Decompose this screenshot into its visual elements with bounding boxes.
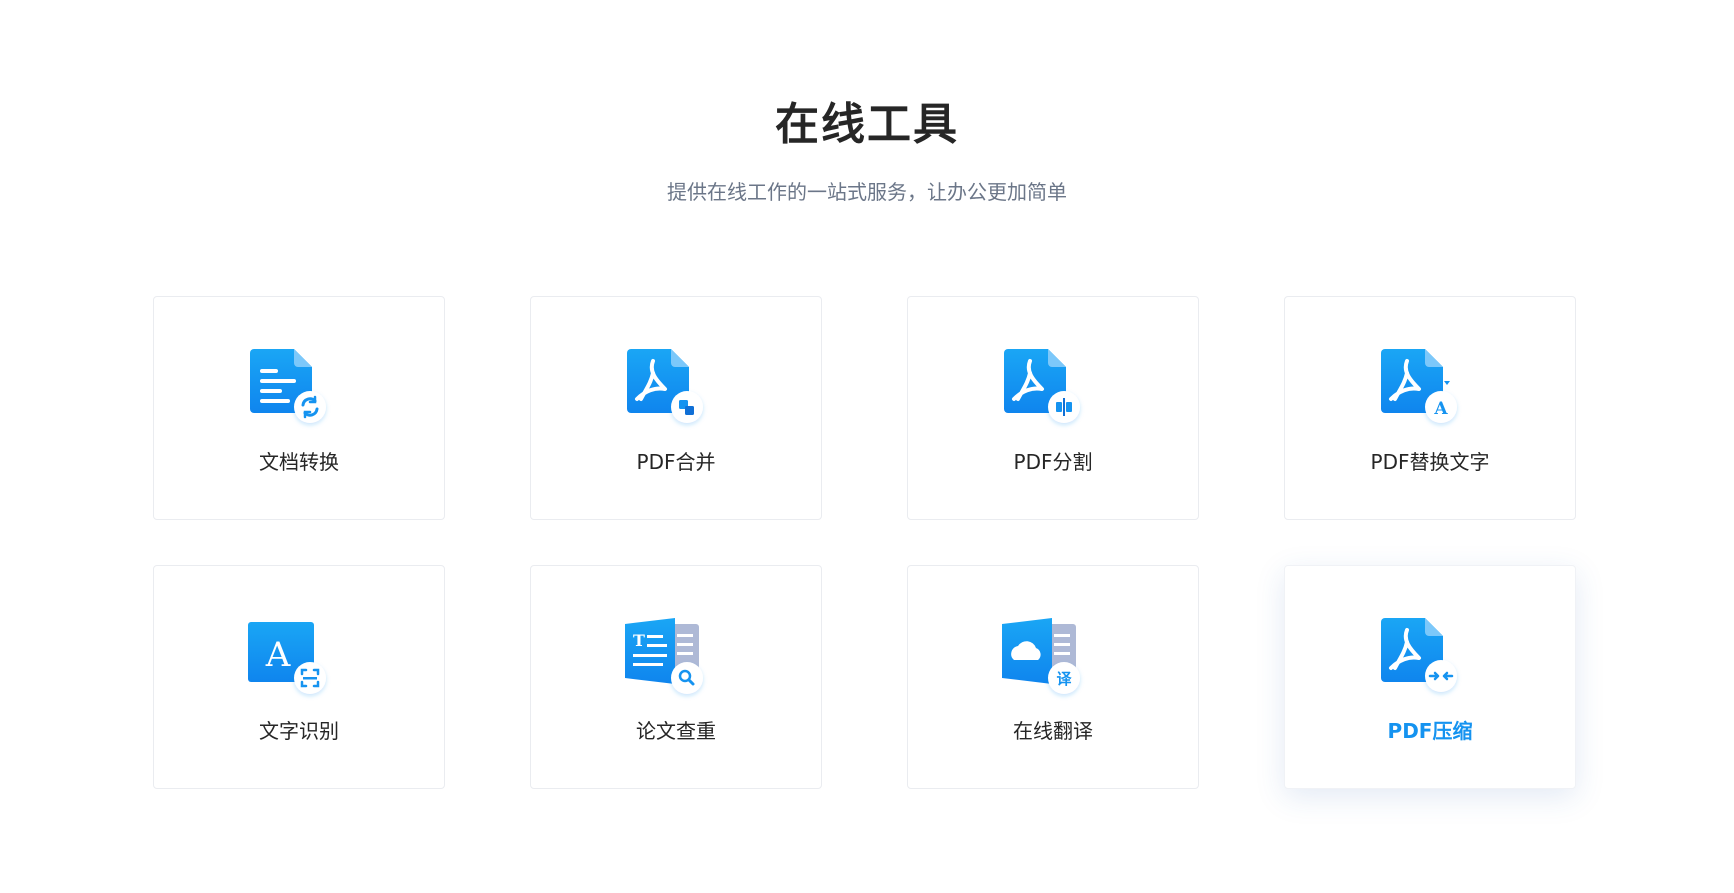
pdf-split-icon [1002, 349, 1098, 433]
tool-card-pdf-merge[interactable]: PDF合并 [530, 296, 822, 520]
page-subtitle: 提供在线工作的一站式服务，让办公更加简单 [667, 180, 1067, 204]
tool-card-pdf-replace-text[interactable]: A PDF替换文字 [1284, 296, 1576, 520]
pdf-merge-icon [625, 349, 721, 433]
pdf-compress-icon [1379, 618, 1475, 702]
tool-card-pdf-split[interactable]: PDF分割 [907, 296, 1199, 520]
svg-text:A: A [1433, 399, 1448, 419]
svg-text:A: A [265, 635, 291, 675]
text-recognition-icon: A [248, 618, 344, 702]
tool-label: 论文查重 [636, 719, 716, 743]
tool-card-paper-check[interactable]: T 论文查重 [530, 565, 822, 789]
page-title: 在线工具 [775, 99, 959, 150]
tool-label: PDF替换文字 [1370, 450, 1490, 474]
tool-card-document-convert[interactable]: 文档转换 [153, 296, 445, 520]
tool-label: PDF压缩 [1387, 719, 1473, 743]
tool-label: PDF合并 [636, 450, 716, 474]
tool-card-pdf-compress[interactable]: PDF压缩 [1284, 565, 1576, 789]
document-convert-icon [248, 349, 344, 433]
svg-text:译: 译 [1056, 670, 1072, 688]
tool-label: 在线翻译 [1013, 719, 1093, 743]
pdf-replace-text-icon: A [1379, 349, 1475, 433]
svg-text:T: T [633, 631, 645, 650]
tool-card-online-translate[interactable]: 译 在线翻译 [907, 565, 1199, 789]
paper-check-icon: T [625, 618, 721, 702]
tool-label: PDF分割 [1013, 450, 1093, 474]
tool-label: 文字识别 [259, 719, 339, 743]
tool-label: 文档转换 [259, 450, 339, 474]
online-translate-icon: 译 [1002, 618, 1098, 702]
tool-card-text-recognition[interactable]: A 文字识别 [153, 565, 445, 789]
